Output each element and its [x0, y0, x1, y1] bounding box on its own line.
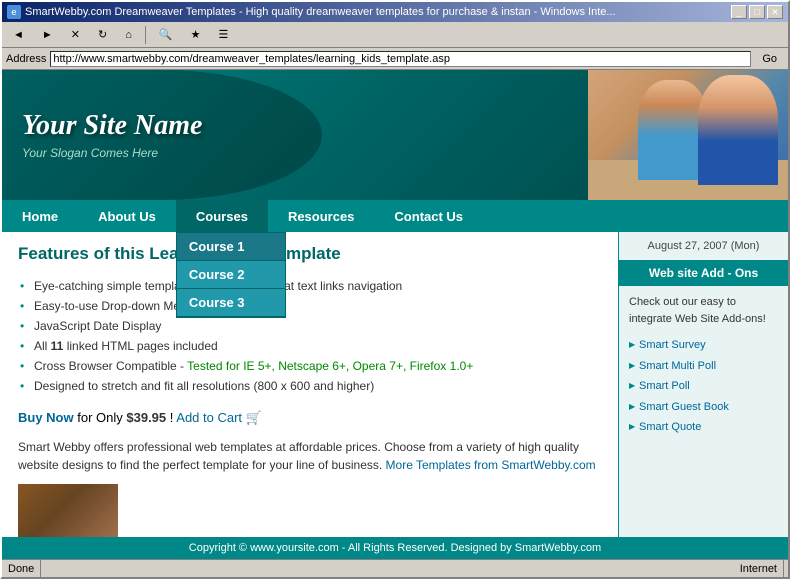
footer-text: Copyright © www.yoursite.com - All Right…: [189, 542, 601, 554]
status-internet: Internet: [738, 560, 784, 577]
site-header: Your Site Name Your Slogan Comes Here: [2, 70, 788, 200]
feature-item-0: Eye-catching simple template designed wi…: [18, 276, 602, 296]
add-to-cart-link[interactable]: Add to Cart: [176, 410, 242, 425]
nav-courses[interactable]: Courses Course 1 Course 2 Course 3: [176, 200, 268, 232]
page-title: Features of this Learning/Kids Template: [18, 244, 602, 264]
status-bar: Done Internet: [2, 559, 788, 577]
dropdown-item-course2[interactable]: Course 2: [177, 261, 285, 289]
main-layout: Features of this Learning/Kids Template …: [2, 232, 788, 537]
description: Smart Webby offers professional web temp…: [18, 438, 602, 474]
sidebar-title: Web site Add - Ons: [619, 260, 788, 286]
person1: [698, 75, 778, 185]
back-button[interactable]: ◄: [6, 27, 31, 43]
dropdown-item-course3[interactable]: Course 3: [177, 289, 285, 317]
browser-toolbar: ◄ ► ✕ ↻ ⌂ 🔍 ★ ☰: [2, 22, 788, 48]
address-input[interactable]: [50, 51, 751, 67]
sidebar-link-0: Smart Survey: [629, 335, 778, 356]
courses-dropdown: Course 1 Course 2 Course 3: [176, 232, 286, 318]
sidebar-links: Smart Survey Smart Multi Poll Smart Poll…: [629, 335, 778, 438]
window-controls: _ □ ✕: [731, 5, 783, 19]
sidebar: August 27, 2007 (Mon) Web site Add - Ons…: [618, 232, 788, 537]
smart-poll-link[interactable]: Smart Poll: [639, 380, 690, 392]
feature-item-4: Cross Browser Compatible - Tested for IE…: [18, 356, 602, 376]
forward-button[interactable]: ►: [35, 27, 60, 43]
nav-home[interactable]: Home: [2, 200, 78, 232]
footer: Copyright © www.yoursite.com - All Right…: [2, 537, 788, 559]
browser-icon: e: [7, 5, 21, 19]
sidebar-body: Check out our easy to integrate Web Site…: [619, 286, 788, 446]
page-content: Your Site Name Your Slogan Comes Here Ho…: [2, 70, 788, 559]
buy-section: Buy Now for Only $39.95 ! Add to Cart 🛒: [18, 410, 602, 426]
home-button[interactable]: ⌂: [118, 27, 139, 43]
search-button[interactable]: 🔍: [152, 26, 180, 43]
sidebar-link-4: Smart Quote: [629, 417, 778, 438]
nav-bar: Home About Us Courses Course 1 Course 2 …: [2, 200, 788, 232]
bottom-image: www.heritagech...: [18, 484, 118, 537]
favorites-button[interactable]: ★: [184, 26, 208, 43]
buy-suffix: for Only: [77, 410, 126, 425]
sidebar-link-2: Smart Poll: [629, 376, 778, 397]
smart-multi-poll-link[interactable]: Smart Multi Poll: [639, 360, 716, 372]
smart-survey-link[interactable]: Smart Survey: [639, 339, 706, 351]
sidebar-description: Check out our easy to integrate Web Site…: [629, 294, 778, 327]
site-title: Your Site Name: [22, 110, 568, 142]
sidebar-link-1: Smart Multi Poll: [629, 356, 778, 377]
address-label: Address: [6, 53, 46, 65]
status-done: Done: [6, 560, 41, 577]
feature-item-2: JavaScript Date Display: [18, 316, 602, 336]
feature-list: Eye-catching simple template designed wi…: [18, 276, 602, 396]
window-title: SmartWebby.com Dreamweaver Templates - H…: [25, 6, 616, 18]
title-bar: e SmartWebby.com Dreamweaver Templates -…: [2, 2, 788, 22]
address-bar: Address Go: [2, 48, 788, 70]
browser-window: e SmartWebby.com Dreamweaver Templates -…: [0, 0, 790, 579]
stop-button[interactable]: ✕: [64, 26, 87, 43]
sidebar-link-3: Smart Guest Book: [629, 397, 778, 418]
buy-now-link[interactable]: Buy Now: [18, 410, 74, 425]
history-button[interactable]: ☰: [211, 26, 235, 43]
go-button[interactable]: Go: [755, 51, 784, 67]
price: $39.95: [126, 410, 166, 425]
dropdown-item-course1[interactable]: Course 1: [177, 233, 285, 261]
minimize-button[interactable]: _: [731, 5, 747, 19]
nav-about[interactable]: About Us: [78, 200, 176, 232]
feature-item-1: Easy-to-use Drop-down Menus: [18, 296, 602, 316]
header-photo: [588, 70, 788, 200]
site-tagline: Your Slogan Comes Here: [22, 146, 568, 160]
more-templates-link[interactable]: More Templates from SmartWebby.com: [386, 458, 596, 472]
refresh-button[interactable]: ↻: [91, 26, 114, 43]
feature-item-5: Designed to stretch and fit all resoluti…: [18, 376, 602, 396]
feature-item-3: All 11 linked HTML pages included: [18, 336, 602, 356]
smart-guest-book-link[interactable]: Smart Guest Book: [639, 401, 729, 413]
header-image: [588, 70, 788, 200]
close-button[interactable]: ✕: [767, 5, 783, 19]
nav-contact[interactable]: Contact Us: [374, 200, 483, 232]
main-content: Features of this Learning/Kids Template …: [2, 232, 618, 537]
tested-link[interactable]: Tested for IE 5+, Netscape 6+, Opera 7+,…: [187, 359, 473, 373]
date-display: August 27, 2007 (Mon): [619, 232, 788, 260]
nav-resources[interactable]: Resources: [268, 200, 374, 232]
smart-quote-link[interactable]: Smart Quote: [639, 421, 701, 433]
maximize-button[interactable]: □: [749, 5, 765, 19]
